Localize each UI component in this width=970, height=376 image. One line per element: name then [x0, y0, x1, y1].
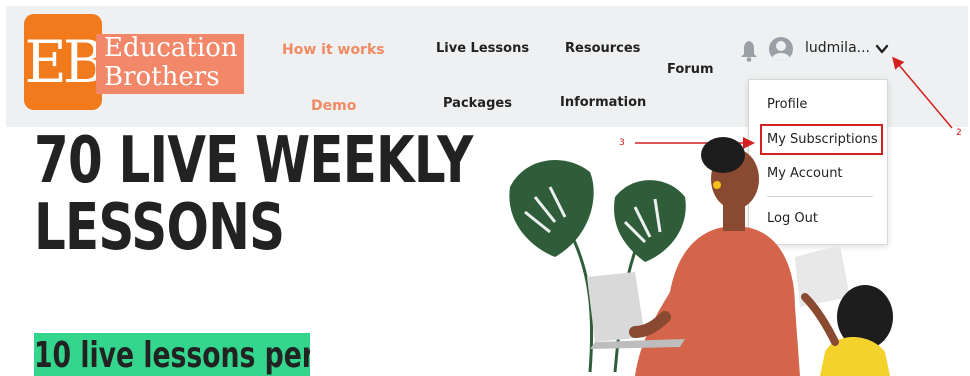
logo-mark: EB	[24, 14, 105, 110]
hero-title: 70 LIVE WEEKLY LESSONS	[34, 128, 473, 262]
nav-resources[interactable]: Resources	[565, 41, 640, 56]
menu-item-profile[interactable]: Profile	[767, 97, 807, 112]
hero-title-line-1: 70 LIVE WEEKLY	[34, 124, 473, 198]
hero-subtitle-highlight: 10 live lessons per	[34, 333, 310, 376]
nav-live-lessons[interactable]: Live Lessons	[436, 41, 529, 56]
username-label[interactable]: ludmila...	[805, 40, 870, 56]
nav-information[interactable]: Information	[560, 95, 646, 110]
logo-line-1: Education	[104, 33, 238, 63]
nav-how-it-works[interactable]: How it works	[282, 42, 385, 58]
logo-wordmark: Education Brothers	[96, 34, 244, 94]
avatar-body	[772, 53, 790, 61]
avatar-head	[776, 41, 786, 51]
nav-demo[interactable]: Demo	[311, 98, 356, 114]
brand-logo[interactable]: EB Education Brothers	[24, 14, 244, 110]
hero-illustration	[509, 137, 893, 376]
hero-subtitle: 10 live lessons per	[34, 335, 310, 376]
bell-icon[interactable]	[740, 40, 758, 62]
nav-forum[interactable]: Forum	[667, 62, 714, 77]
logo-line-2: Brothers	[104, 62, 220, 92]
user-avatar[interactable]	[769, 37, 793, 61]
hero-title-line-2: LESSONS	[34, 191, 285, 265]
chevron-down-icon[interactable]	[875, 42, 889, 56]
nav-packages[interactable]: Packages	[443, 96, 512, 111]
